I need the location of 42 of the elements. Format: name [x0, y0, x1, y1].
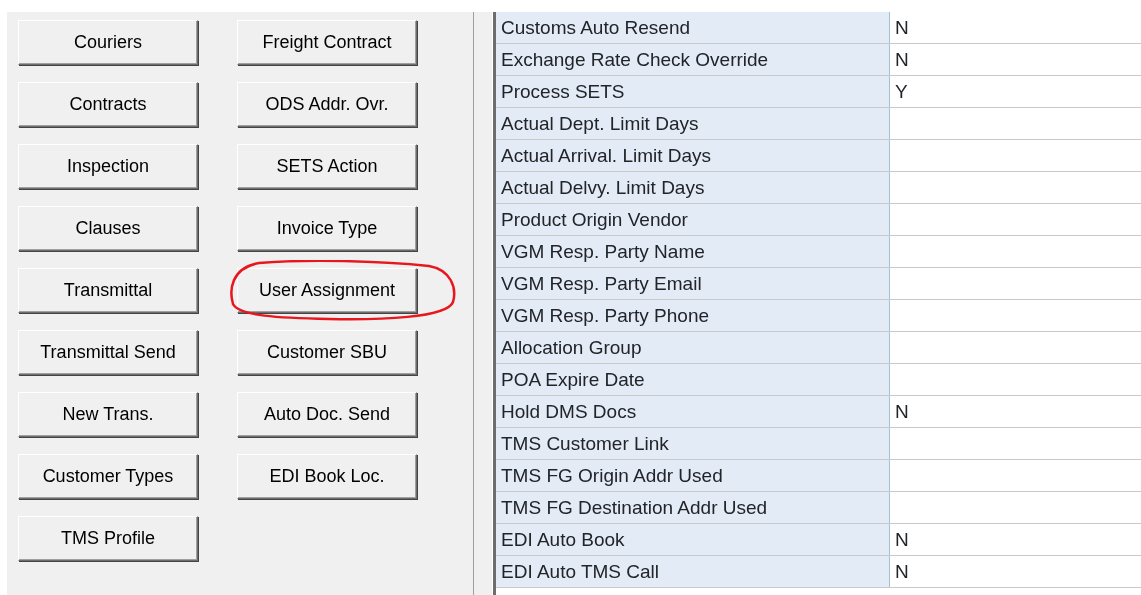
- toolbar-button[interactable]: Transmittal: [18, 268, 198, 313]
- toolbar-button[interactable]: SETS Action: [237, 144, 417, 189]
- property-label: POA Expire Date: [496, 364, 890, 395]
- toolbar-button[interactable]: Inspection: [18, 144, 198, 189]
- property-value: N: [894, 560, 910, 584]
- property-label: Actual Delvy. Limit Days: [496, 172, 890, 203]
- property-label: Hold DMS Docs: [496, 396, 890, 427]
- toolbar-button[interactable]: EDI Book Loc.: [237, 454, 417, 499]
- property-label: EDI Auto TMS Call: [496, 556, 890, 587]
- toolbar-button[interactable]: Invoice Type: [237, 206, 417, 251]
- property-label: Process SETS: [496, 76, 890, 107]
- toolbar-button[interactable]: Auto Doc. Send: [237, 392, 417, 437]
- property-value: N: [894, 48, 910, 72]
- property-label: TMS FG Origin Addr Used: [496, 460, 890, 491]
- property-label: TMS Customer Link: [496, 428, 890, 459]
- property-label: VGM Resp. Party Phone: [496, 300, 890, 331]
- property-label: Actual Dept. Limit Days: [496, 108, 890, 139]
- toolbar-button[interactable]: Contracts: [18, 82, 198, 127]
- property-label: Exchange Rate Check Override: [496, 44, 890, 75]
- toolbar-button[interactable]: ODS Addr. Ovr.: [237, 82, 417, 127]
- property-label: VGM Resp. Party Name: [496, 236, 890, 267]
- toolbar-button[interactable]: Customer SBU: [237, 330, 417, 375]
- toolbar-button[interactable]: Couriers: [18, 20, 198, 65]
- toolbar-button[interactable]: Customer Types: [18, 454, 198, 499]
- property-value: Y: [894, 80, 909, 104]
- toolbar-button[interactable]: Clauses: [18, 206, 198, 251]
- property-value: N: [894, 528, 910, 552]
- property-label: Allocation Group: [496, 332, 890, 363]
- property-label: Customs Auto Resend: [496, 12, 890, 43]
- property-value: N: [894, 400, 910, 424]
- property-label: TMS FG Destination Addr Used: [496, 492, 890, 523]
- property-label: VGM Resp. Party Email: [496, 268, 890, 299]
- toolbar-button[interactable]: User Assignment: [237, 268, 417, 313]
- property-value: N: [894, 16, 910, 40]
- property-label: Actual Arrival. Limit Days: [496, 140, 890, 171]
- property-label: Product Origin Vendor: [496, 204, 890, 235]
- toolbar-button[interactable]: Freight Contract: [237, 20, 417, 65]
- toolbar-button[interactable]: TMS Profile: [18, 516, 198, 561]
- toolbar-button[interactable]: Transmittal Send: [18, 330, 198, 375]
- property-label: EDI Auto Book: [496, 524, 890, 555]
- splitter[interactable]: [473, 12, 493, 595]
- toolbar-button[interactable]: New Trans.: [18, 392, 198, 437]
